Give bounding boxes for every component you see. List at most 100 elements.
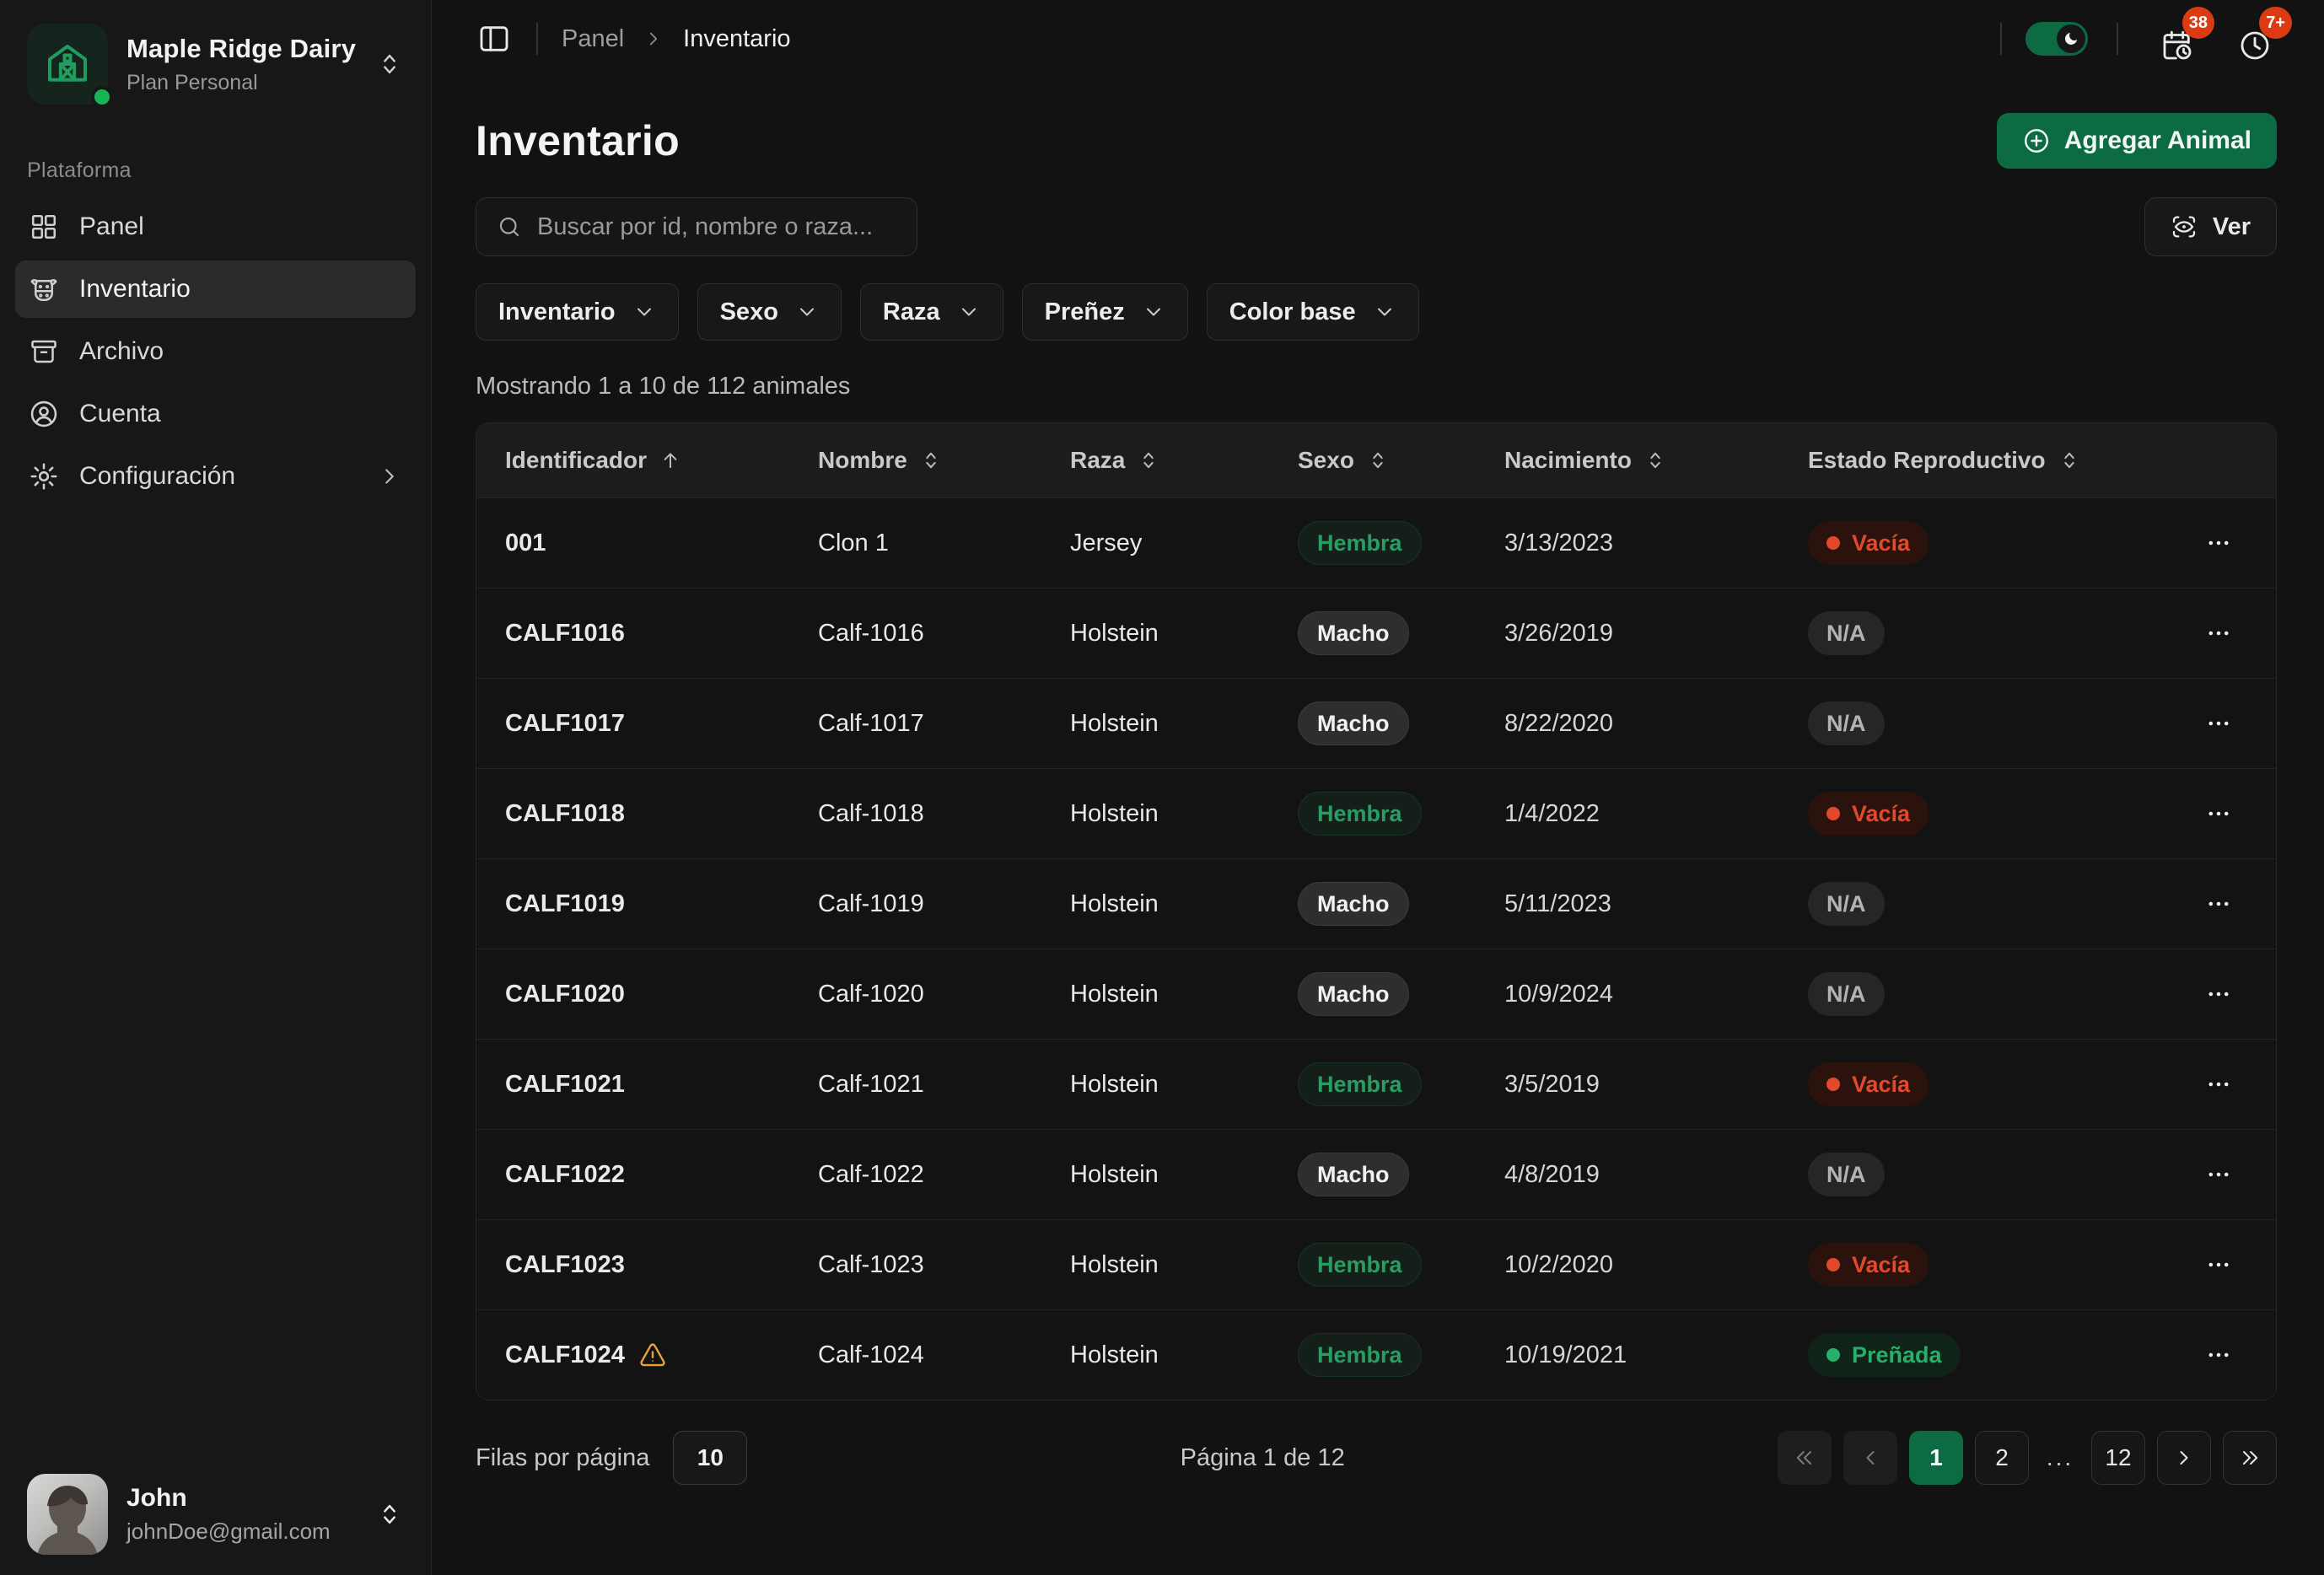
animal-id: CALF1019 bbox=[505, 890, 625, 918]
topbar: Panel Inventario 38 7+ bbox=[432, 0, 2324, 78]
sidebar-item-panel[interactable]: Panel bbox=[15, 198, 416, 255]
previous-page-button[interactable] bbox=[1843, 1431, 1897, 1485]
birth-date: 3/26/2019 bbox=[1504, 620, 1808, 648]
birth-date: 8/22/2020 bbox=[1504, 710, 1808, 738]
sidebar-toggle-button[interactable] bbox=[476, 20, 513, 57]
plus-circle-icon bbox=[2022, 126, 2051, 155]
ellipsis-icon bbox=[2204, 619, 2233, 648]
org-switcher[interactable]: Maple Ridge Dairy Plan Personal bbox=[0, 24, 431, 105]
next-page-button[interactable] bbox=[2157, 1431, 2211, 1485]
avatar bbox=[27, 1474, 108, 1555]
row-actions-button[interactable] bbox=[2197, 705, 2241, 742]
theme-toggle[interactable] bbox=[2025, 22, 2088, 56]
column-header-sexo[interactable]: Sexo bbox=[1298, 447, 1504, 474]
warning-icon bbox=[638, 1341, 667, 1369]
column-header-identificador[interactable]: Identificador bbox=[476, 447, 818, 474]
reproductive-status-badge: Vacía bbox=[1808, 1243, 1929, 1287]
row-actions-button[interactable] bbox=[2197, 885, 2241, 922]
reproductive-status-badge: N/A bbox=[1808, 611, 1885, 655]
table-row[interactable]: CALF1021 Calf-1021 Holstein Hembra 3/5/2… bbox=[476, 1039, 2276, 1129]
row-actions-button[interactable] bbox=[2197, 1246, 2241, 1283]
sidebar-item-inventario[interactable]: Inventario bbox=[15, 261, 416, 318]
table-row[interactable]: CALF1022 Calf-1022 Holstein Macho 4/8/20… bbox=[476, 1129, 2276, 1219]
status-dot bbox=[1826, 1078, 1840, 1091]
sort-asc-icon bbox=[659, 449, 682, 472]
add-animal-button[interactable]: Agregar Animal bbox=[1997, 113, 2277, 169]
row-actions-button[interactable] bbox=[2197, 1156, 2241, 1193]
column-header-raza[interactable]: Raza bbox=[1070, 447, 1298, 474]
animal-breed: Holstein bbox=[1070, 890, 1298, 918]
row-actions-button[interactable] bbox=[2197, 615, 2241, 652]
table-row[interactable]: CALF1018 Calf-1018 Holstein Hembra 1/4/2… bbox=[476, 768, 2276, 858]
table-row[interactable]: CALF1024 Calf-1024 Holstein Hembra 10/19… bbox=[476, 1309, 2276, 1400]
last-page-button[interactable] bbox=[2223, 1431, 2277, 1485]
filter-prenez[interactable]: Preñez bbox=[1022, 283, 1188, 341]
animal-name: Calf-1024 bbox=[818, 1341, 1070, 1369]
animal-id: CALF1021 bbox=[505, 1071, 625, 1099]
row-actions-button[interactable] bbox=[2197, 524, 2241, 562]
breadcrumb-panel[interactable]: Panel bbox=[562, 25, 624, 53]
double-chevron-left-icon bbox=[1793, 1446, 1816, 1470]
sex-badge: Macho bbox=[1298, 882, 1409, 926]
breadcrumb: Panel Inventario bbox=[562, 25, 791, 53]
sex-badge: Hembra bbox=[1298, 1062, 1422, 1106]
column-header-nacimiento[interactable]: Nacimiento bbox=[1504, 447, 1808, 474]
animal-id: CALF1023 bbox=[505, 1251, 625, 1279]
row-actions-button[interactable] bbox=[2197, 1066, 2241, 1103]
animal-breed: Holstein bbox=[1070, 981, 1298, 1008]
table-row[interactable]: CALF1020 Calf-1020 Holstein Macho 10/9/2… bbox=[476, 949, 2276, 1039]
table-row[interactable]: CALF1017 Calf-1017 Holstein Macho 8/22/2… bbox=[476, 678, 2276, 768]
column-header-estado-reproductivo[interactable]: Estado Reproductivo bbox=[1808, 447, 2162, 474]
animal-breed: Holstein bbox=[1070, 800, 1298, 828]
table-row[interactable]: CALF1016 Calf-1016 Holstein Macho 3/26/2… bbox=[476, 588, 2276, 678]
page-button-1[interactable]: 1 bbox=[1909, 1431, 1963, 1485]
table-row[interactable]: 001 Clon 1 Jersey Hembra 3/13/2023 Vacía bbox=[476, 497, 2276, 588]
row-actions-button[interactable] bbox=[2197, 795, 2241, 832]
row-actions-button[interactable] bbox=[2197, 1336, 2241, 1373]
search-input[interactable] bbox=[537, 213, 896, 241]
rows-per-page-label: Filas por página bbox=[476, 1444, 649, 1472]
filter-sexo[interactable]: Sexo bbox=[697, 283, 842, 341]
column-header-nombre[interactable]: Nombre bbox=[818, 447, 1070, 474]
chevron-down-icon bbox=[1373, 300, 1396, 324]
sidebar-item-archivo[interactable]: Archivo bbox=[15, 323, 416, 380]
calendar-notifications-button[interactable]: 38 bbox=[2160, 13, 2199, 64]
sidebar-item-cuenta[interactable]: Cuenta bbox=[15, 385, 416, 443]
page-button-12[interactable]: 12 bbox=[2091, 1431, 2145, 1485]
page-title: Inventario bbox=[476, 116, 680, 165]
panel-left-icon bbox=[477, 22, 511, 56]
sidebar-section-label: Plataforma bbox=[27, 159, 404, 183]
rows-per-page-select[interactable]: 10 bbox=[673, 1431, 747, 1485]
table-row[interactable]: CALF1023 Calf-1023 Holstein Hembra 10/2/… bbox=[476, 1219, 2276, 1309]
ellipsis-icon bbox=[2204, 529, 2233, 557]
main: Panel Inventario 38 7+ Inventario bbox=[432, 0, 2324, 1575]
org-name: Maple Ridge Dairy bbox=[126, 34, 357, 64]
animal-id: CALF1018 bbox=[505, 800, 625, 828]
row-actions-button[interactable] bbox=[2197, 976, 2241, 1013]
animal-name: Calf-1018 bbox=[818, 800, 1070, 828]
filter-raza[interactable]: Raza bbox=[860, 283, 1003, 341]
reproductive-status-badge: Vacía bbox=[1808, 1062, 1929, 1106]
view-button[interactable]: Ver bbox=[2144, 197, 2277, 256]
chevrons-up-down-icon bbox=[375, 50, 404, 78]
user-menu[interactable]: John johnDoe@gmail.com bbox=[0, 1465, 431, 1555]
birth-date: 3/13/2023 bbox=[1504, 529, 1808, 557]
search-box bbox=[476, 197, 917, 256]
table-row[interactable]: CALF1019 Calf-1019 Holstein Macho 5/11/2… bbox=[476, 858, 2276, 949]
filter-color-base[interactable]: Color base bbox=[1207, 283, 1419, 341]
status-dot bbox=[1826, 1258, 1840, 1271]
ellipsis-icon bbox=[2204, 1250, 2233, 1279]
sex-badge: Hembra bbox=[1298, 1333, 1422, 1377]
chevron-left-icon bbox=[1859, 1446, 1882, 1470]
table-body: 001 Clon 1 Jersey Hembra 3/13/2023 Vacía… bbox=[476, 497, 2276, 1400]
page-button-2[interactable]: 2 bbox=[1975, 1431, 2029, 1485]
chevron-down-icon bbox=[957, 300, 981, 324]
animal-id: CALF1020 bbox=[505, 981, 625, 1008]
org-logo bbox=[27, 24, 108, 105]
history-notifications-button[interactable]: 7+ bbox=[2238, 13, 2277, 64]
first-page-button[interactable] bbox=[1778, 1431, 1832, 1485]
filter-inventario[interactable]: Inventario bbox=[476, 283, 679, 341]
divider bbox=[536, 23, 538, 55]
sidebar-item-configuracion[interactable]: Configuración bbox=[15, 448, 416, 505]
ellipsis-icon bbox=[2204, 890, 2233, 918]
